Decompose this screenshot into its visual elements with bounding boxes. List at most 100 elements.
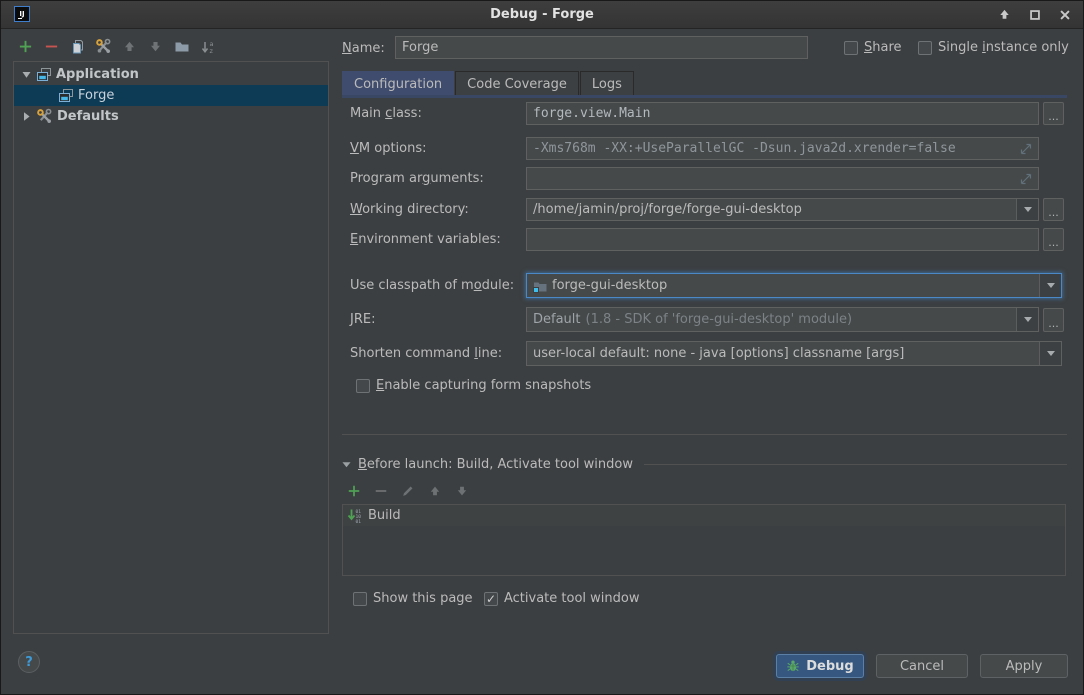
arrow-down-icon	[148, 39, 163, 54]
module-icon	[533, 279, 547, 293]
share-checkbox[interactable]	[844, 41, 858, 55]
svg-text:01: 01	[356, 519, 362, 524]
chevron-collapsed-icon[interactable]	[20, 111, 32, 122]
add-icon	[18, 39, 33, 54]
environment-variables-input[interactable]	[526, 228, 1039, 251]
classpath-module-label: Use classpath of module:	[350, 278, 514, 295]
create-folder-button[interactable]	[173, 38, 190, 55]
chevron-down-icon	[1047, 351, 1055, 356]
before-launch-list: 01 10 01 Build	[342, 504, 1066, 576]
before-launch-add-button[interactable]	[345, 482, 362, 499]
copy-configuration-button[interactable]	[69, 38, 86, 55]
settings-wrench-icon	[95, 38, 112, 55]
help-button[interactable]: ?	[18, 651, 40, 673]
header-rule	[644, 464, 1067, 465]
tab-configuration[interactable]: Configuration	[342, 71, 454, 96]
check-icon: ✓	[486, 593, 496, 605]
show-this-page-label: Show this page	[373, 591, 473, 606]
jre-dropdown-button[interactable]	[1016, 308, 1038, 331]
environment-variables-browse-button[interactable]: ...	[1043, 228, 1064, 251]
show-this-page-checkbox[interactable]	[353, 592, 367, 606]
before-launch-move-up-button[interactable]	[426, 482, 443, 499]
shorten-command-line-value: user-local default: none - java [options…	[533, 346, 904, 361]
classpath-module-value: forge-gui-desktop	[552, 278, 667, 293]
configurations-tree: Application Forge Defaults	[13, 61, 329, 634]
remove-icon	[374, 484, 388, 498]
chevron-down-icon	[1024, 207, 1032, 212]
tab-underline	[342, 95, 1067, 98]
name-input[interactable]	[395, 36, 808, 59]
remove-icon	[44, 39, 59, 54]
program-arguments-input[interactable]	[526, 167, 1039, 190]
working-directory-dropdown-button[interactable]	[1016, 199, 1038, 220]
expand-field-icon[interactable]	[1018, 171, 1034, 187]
copy-icon	[70, 39, 86, 55]
arrow-down-icon	[455, 484, 469, 498]
activate-tool-window-checkbox[interactable]: ✓	[484, 592, 498, 606]
single-instance-checkbox-row: Single instance only	[918, 40, 1069, 55]
titlebar[interactable]: IJ Debug - Forge	[1, 1, 1083, 29]
sort-configurations-button[interactable]: a z	[199, 38, 216, 55]
compile-icon: 01 10 01	[347, 508, 363, 524]
working-directory-browse-button[interactable]: ...	[1043, 198, 1064, 221]
before-launch-toolbar	[345, 482, 470, 499]
close-button[interactable]	[1056, 6, 1073, 23]
settings-icon	[36, 108, 53, 125]
tree-item-forge[interactable]: Forge	[14, 85, 328, 106]
arrow-up-icon	[997, 7, 1012, 22]
before-launch-edit-button[interactable]	[399, 482, 416, 499]
window-title: Debug - Forge	[1, 1, 1083, 28]
before-launch-move-down-button[interactable]	[453, 482, 470, 499]
debug-button-label: Debug	[806, 659, 853, 674]
form-snapshots-label: Enable capturing form snapshots	[376, 378, 591, 393]
application-icon	[58, 88, 74, 104]
apply-button-label: Apply	[1006, 659, 1043, 674]
jre-value-detail: (1.8 - SDK of 'forge-gui-desktop' module…	[586, 312, 853, 327]
edit-defaults-button[interactable]	[95, 38, 112, 55]
tab-logs[interactable]: Logs	[580, 71, 634, 96]
apply-button[interactable]: Apply	[980, 654, 1068, 678]
vm-options-input[interactable]	[526, 137, 1039, 160]
share-label: Share	[864, 40, 902, 55]
single-instance-label: Single instance only	[938, 40, 1069, 55]
tree-item-label: Defaults	[57, 109, 119, 124]
classpath-module-dropdown-button[interactable]	[1039, 274, 1061, 297]
main-class-input[interactable]	[526, 102, 1039, 125]
debug-configuration-dialog: IJ Debug - Forge	[0, 0, 1084, 695]
jre-combobox[interactable]: Default (1.8 - SDK of 'forge-gui-desktop…	[526, 307, 1039, 332]
jre-label: JRE:	[350, 312, 375, 329]
classpath-module-combobox[interactable]: forge-gui-desktop	[526, 273, 1062, 298]
before-launch-title: Before launch: Build, Activate tool wind…	[358, 457, 633, 472]
program-arguments-label: Program arguments:	[350, 171, 484, 188]
section-separator	[342, 434, 1067, 435]
add-configuration-button[interactable]	[17, 38, 34, 55]
maximize-button[interactable]	[1026, 6, 1043, 23]
form-snapshots-checkbox[interactable]	[356, 379, 370, 393]
shorten-command-line-combobox[interactable]: user-local default: none - java [options…	[526, 341, 1062, 366]
before-launch-remove-button[interactable]	[372, 482, 389, 499]
move-down-button[interactable]	[147, 38, 164, 55]
chevron-expanded-icon[interactable]	[20, 69, 32, 80]
working-directory-combobox[interactable]: /home/jamin/proj/forge/forge-gui-desktop	[526, 198, 1039, 221]
move-up-button[interactable]	[121, 38, 138, 55]
before-launch-item-build[interactable]: 01 10 01 Build	[343, 505, 1065, 526]
sort-alphabetically-icon: a z	[200, 39, 216, 55]
single-instance-checkbox[interactable]	[918, 41, 932, 55]
tree-item-defaults[interactable]: Defaults	[14, 106, 328, 127]
expand-field-icon[interactable]	[1018, 141, 1034, 157]
tree-item-application[interactable]: Application	[14, 64, 328, 85]
form-snapshots-checkbox-row: Enable capturing form snapshots	[356, 378, 591, 393]
environment-variables-label: Environment variables:	[350, 232, 501, 249]
rollup-button[interactable]	[996, 6, 1013, 23]
shorten-command-line-dropdown-button[interactable]	[1039, 342, 1061, 365]
jre-browse-button[interactable]: ...	[1043, 308, 1064, 332]
remove-configuration-button[interactable]	[43, 38, 60, 55]
show-this-page-checkbox-row: Show this page	[353, 591, 473, 606]
debug-button[interactable]: Debug	[776, 654, 864, 678]
before-launch-header[interactable]: Before launch: Build, Activate tool wind…	[342, 457, 1067, 472]
main-class-browse-button[interactable]: ...	[1043, 102, 1064, 125]
jre-value: Default	[533, 312, 581, 327]
tab-code-coverage[interactable]: Code Coverage	[455, 71, 579, 96]
vm-options-label: VM options:	[350, 141, 427, 158]
cancel-button[interactable]: Cancel	[876, 654, 968, 678]
